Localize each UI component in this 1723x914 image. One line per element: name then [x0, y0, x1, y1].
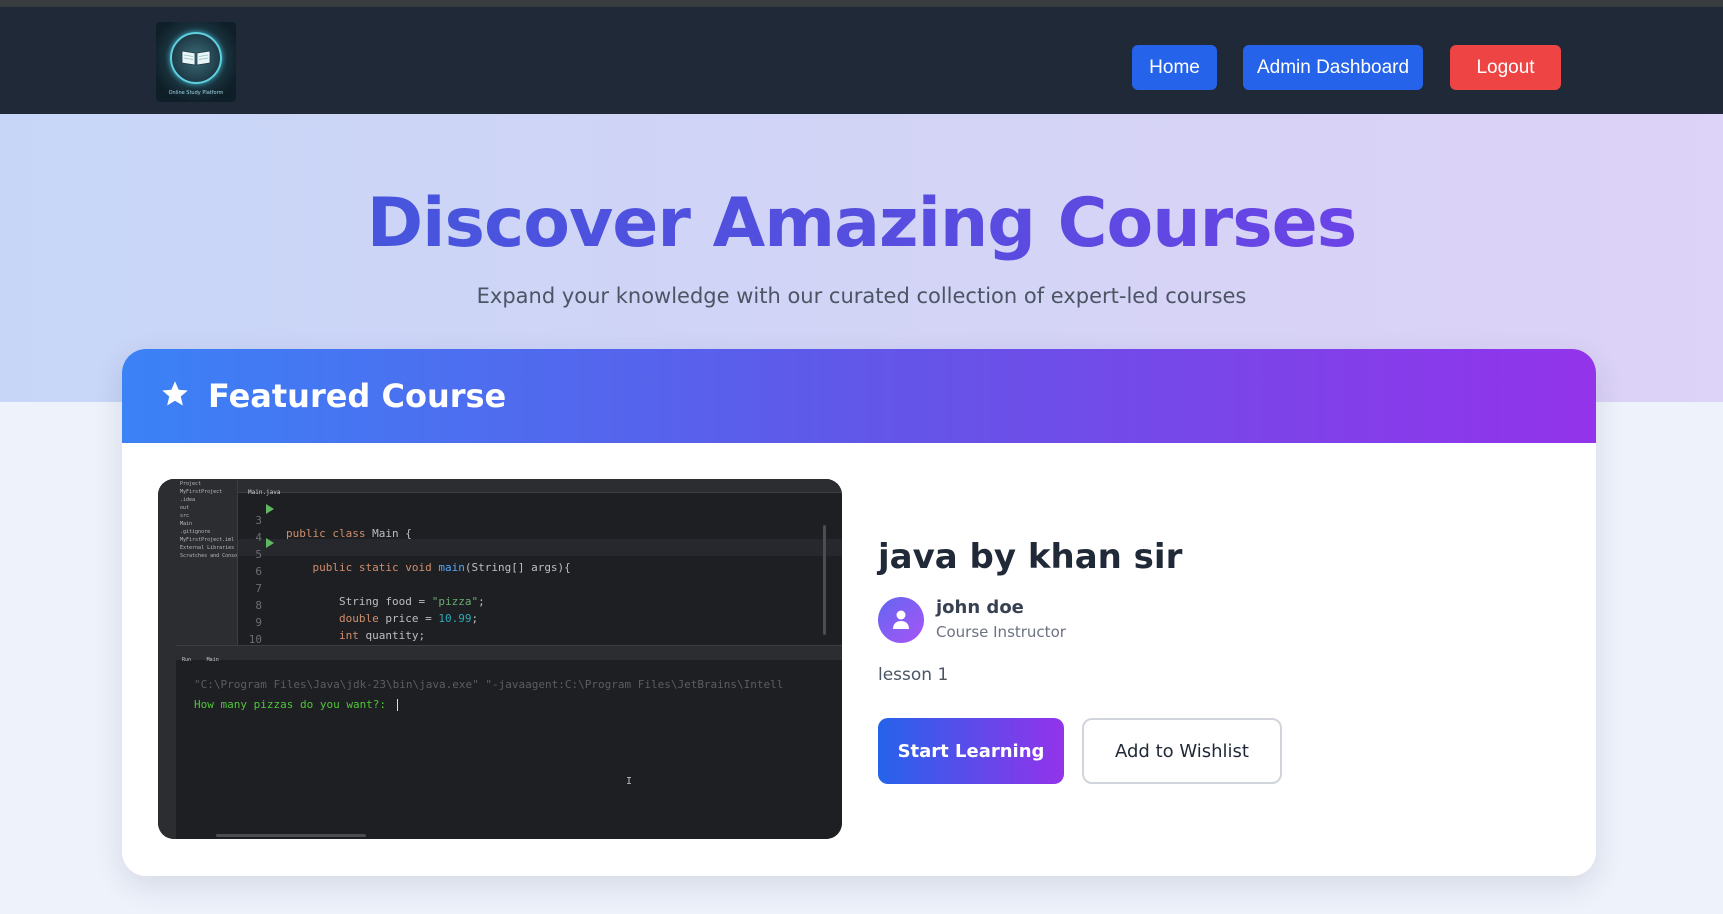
run-tabs: Run Main: [176, 646, 842, 663]
mouse-ibeam-icon: I: [626, 776, 633, 787]
code-line: 6: [255, 565, 262, 578]
lesson-label: lesson 1: [878, 665, 949, 685]
window-top-strip: [0, 0, 1723, 7]
home-button[interactable]: Home: [1132, 45, 1217, 90]
navbar: Online Study Platform Home Admin Dashboa…: [0, 7, 1723, 114]
run-config-label: Main: [206, 657, 219, 663]
course-title: java by khan sir: [878, 537, 1183, 577]
code-line: 3 public class Main {: [158, 501, 842, 540]
tree-item: MyFirstProject: [180, 489, 223, 495]
console-prompt: How many pizzas do you want?:: [194, 698, 393, 711]
console-output: How many pizzas do you want?:: [194, 698, 398, 711]
code-line: 7 String food = "pizza";: [255, 582, 485, 608]
console-scrollbar: [216, 834, 366, 837]
tree-item: Project: [180, 481, 202, 487]
add-to-wishlist-button[interactable]: Add to Wishlist: [1082, 718, 1282, 784]
logout-button[interactable]: Logout: [1450, 45, 1561, 90]
code-line: 10 double total;: [248, 633, 425, 659]
site-logo[interactable]: Online Study Platform: [156, 22, 236, 102]
featured-course-card: Featured Course Project MyFirstProject .…: [122, 349, 1596, 876]
course-thumbnail[interactable]: Project MyFirstProject .idea out src Mai…: [158, 479, 842, 839]
star-icon: [162, 381, 188, 406]
ide-editor-tabs: Main.java: [238, 479, 842, 496]
page-title: Discover Amazing Courses: [0, 184, 1723, 263]
code-line: 8 double price = 10.99;: [255, 599, 479, 625]
run-tab-label: Run: [182, 657, 192, 663]
editor-tab: Main.java: [248, 489, 281, 496]
ide-run-panel: Run Main "C:\Program Files\Java\jdk-23\b…: [176, 645, 842, 839]
book-icon: [181, 50, 211, 66]
featured-course-header: Featured Course: [122, 349, 1596, 443]
start-learning-button[interactable]: Start Learning: [878, 718, 1064, 784]
code-line: 9 int quantity;: [255, 616, 426, 642]
code-line: 5 public static void main(String[] args)…: [158, 535, 842, 574]
logo-caption: Online Study Platform: [168, 90, 224, 96]
instructor-role: Course Instructor: [936, 623, 1066, 641]
instructor-name: john doe: [936, 597, 1024, 618]
console-command: "C:\Program Files\Java\jdk-23\bin\java.e…: [194, 678, 784, 691]
admin-dashboard-button[interactable]: Admin Dashboard: [1243, 45, 1423, 90]
text-caret: [396, 699, 398, 711]
user-icon: [893, 610, 909, 629]
page-subtitle: Expand your knowledge with our curated c…: [476, 284, 1247, 308]
code-line: 4: [255, 531, 262, 544]
avatar: [878, 597, 924, 643]
featured-course-heading: Featured Course: [208, 377, 507, 415]
editor-scrollbar: [823, 525, 826, 635]
